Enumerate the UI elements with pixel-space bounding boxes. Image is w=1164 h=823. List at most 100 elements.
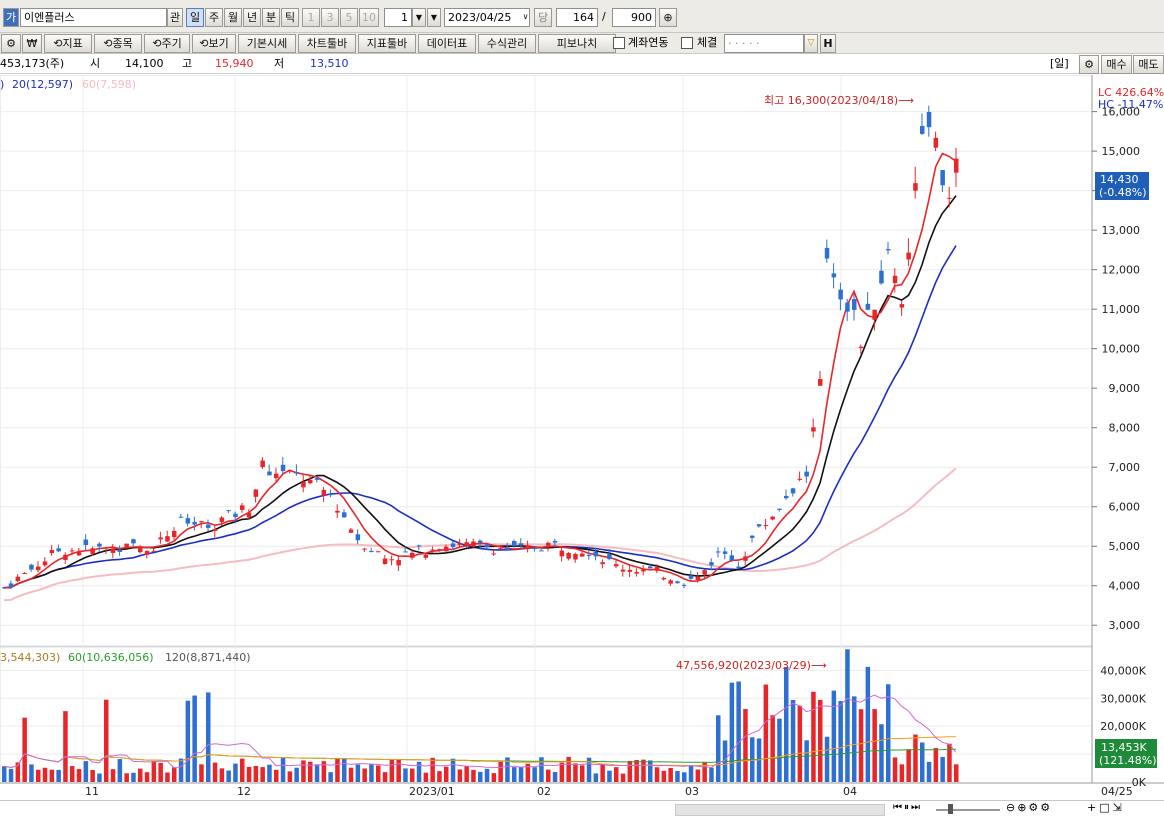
zoom-controls-icon[interactable]: ⊖⊕⚙⚙ [1006, 798, 1052, 818]
fill-checkbox[interactable] [681, 37, 693, 49]
minute-5-button[interactable]: 5 [340, 8, 358, 27]
tool-button-7[interactable]: 데이터표 [418, 34, 476, 53]
tool-button-3[interactable]: ⟲보기 [192, 34, 236, 53]
period-tab-0[interactable]: 일 [186, 8, 204, 27]
total-input[interactable]: 900 [612, 8, 656, 27]
candle-body [709, 562, 714, 566]
volume-bar [90, 770, 95, 782]
volume-bar [661, 770, 667, 782]
candle-body [110, 548, 116, 553]
volume-bar [104, 699, 109, 782]
zoom-slider-handle[interactable] [948, 804, 953, 814]
date-dropdown-icon[interactable]: ∨ [519, 8, 532, 27]
playback-controls-icon[interactable]: ⏮⏸⏭ [893, 798, 922, 818]
volume-bar [138, 768, 143, 782]
tool-button-4[interactable]: 기본시세 [238, 34, 296, 53]
panel-add-icon[interactable]: +□⇲ [1087, 798, 1125, 818]
candle-body [342, 512, 347, 518]
volume-bar [940, 756, 945, 782]
volume-bar [926, 761, 932, 782]
candle-body [770, 516, 775, 520]
candle-body [117, 549, 123, 552]
volume-bar [294, 767, 299, 782]
candle-body [763, 525, 769, 527]
volume-bar [559, 762, 565, 782]
candle-body [790, 488, 796, 494]
buy-button[interactable]: 매수 [1101, 55, 1132, 74]
volume-bar [301, 760, 306, 782]
tool-button-6[interactable]: 지표툴바 [358, 34, 416, 53]
volume-bar [49, 769, 55, 782]
x-tick-label: 03 [685, 785, 699, 798]
magnifier-plus-icon[interactable]: ⊕ [659, 8, 677, 27]
candle-body [620, 569, 626, 572]
candle-body [525, 545, 531, 550]
account-dropdown-icon[interactable]: ▽ [804, 34, 818, 53]
volume-bar [144, 772, 150, 782]
tool-button-8[interactable]: 수식관리 [478, 34, 536, 53]
tool-button-1[interactable]: ⟲종목 [94, 34, 142, 53]
candle-body [172, 530, 177, 538]
candle-body [852, 299, 857, 310]
minute-3-button[interactable]: 3 [321, 8, 339, 27]
high-label: 고 [182, 57, 193, 70]
volume-bar [818, 699, 823, 782]
candle-body [797, 478, 803, 480]
favorites-button[interactable]: 관 [167, 8, 183, 27]
candle-body [63, 554, 68, 560]
count-input[interactable]: 164 [556, 8, 598, 27]
tool-button-9[interactable]: 피보나치 [538, 34, 616, 53]
account-field[interactable]: · · · · · [724, 34, 804, 53]
candle-body [450, 543, 456, 548]
candle-body [396, 559, 401, 566]
high-value: 15,940 [215, 57, 254, 70]
minute-10-button[interactable]: 10 [359, 8, 379, 27]
tool-button-2[interactable]: ⟲주기 [144, 34, 190, 53]
scroll-track[interactable] [675, 804, 885, 816]
stock-name-input[interactable]: 이엔플러스 [20, 8, 167, 27]
period-tab-3[interactable]: 년 [243, 8, 261, 27]
interval-dropdown-icon[interactable]: ▼ [427, 8, 441, 27]
volume-bar [566, 756, 571, 782]
period-tab-2[interactable]: 월 [224, 8, 242, 27]
h-button[interactable]: H [820, 34, 836, 53]
price-tick-label: 8,000 [1109, 422, 1141, 435]
interval-input[interactable]: 1 [384, 8, 412, 27]
candle-body [654, 566, 660, 571]
candle-body [382, 558, 388, 565]
date-input[interactable]: 2023/04/25 [444, 8, 530, 27]
candle-body [559, 550, 565, 557]
won-icon[interactable]: ₩ [22, 34, 42, 53]
volume-bar [212, 762, 218, 782]
current-price: 14,430 [1100, 173, 1139, 186]
current-button[interactable]: 당 [534, 8, 552, 27]
volume-bar [389, 758, 395, 782]
tool-button-0[interactable]: ⟲지표 [44, 34, 92, 53]
zoom-slider[interactable] [936, 809, 1000, 811]
interval-down-icon[interactable]: ▼ [412, 8, 426, 27]
period-tab-4[interactable]: 분 [262, 8, 280, 27]
sell-button[interactable]: 매도 [1133, 55, 1164, 74]
chart-area[interactable]: 16,00015,00014,00013,00012,00011,00010,0… [0, 74, 1164, 800]
low-value: 13,510 [310, 57, 349, 70]
account-link-checkbox[interactable] [613, 37, 625, 49]
gear-icon[interactable]: ⚙ [1, 34, 21, 53]
volume-bar [97, 773, 102, 782]
volume-bar [314, 764, 320, 782]
volume-bar [63, 711, 68, 782]
candle-body [206, 524, 211, 528]
candle-body [716, 551, 721, 553]
candle-body [97, 543, 102, 547]
volume-tick-label: 0K [1132, 776, 1147, 789]
stock-chart[interactable]: 16,00015,00014,00013,00012,00011,00010,0… [0, 74, 1164, 800]
volume-bar [464, 765, 469, 782]
settings-icon[interactable]: ⚙ [1079, 55, 1099, 74]
app-icon[interactable]: 가 [3, 8, 19, 27]
period-tab-5[interactable]: 틱 [281, 8, 299, 27]
candle-body [736, 566, 741, 569]
candle-body [933, 137, 939, 148]
minute-1-button[interactable]: 1 [302, 8, 320, 27]
tool-button-5[interactable]: 차트툴바 [298, 34, 356, 53]
period-tab-1[interactable]: 주 [205, 8, 223, 27]
candle-body [42, 561, 48, 566]
